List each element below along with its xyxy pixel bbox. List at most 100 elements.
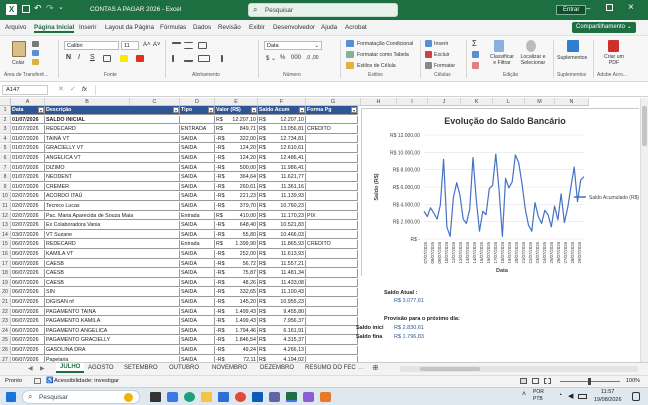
bold-button[interactable]: N	[66, 54, 71, 61]
table-cell[interactable]: 01/07/2026	[11, 163, 45, 173]
outlook-icon[interactable]	[252, 392, 263, 402]
table-cell[interactable]: ANGELICA VT	[45, 154, 180, 163]
row-number[interactable]: 2	[0, 115, 11, 125]
table-cell[interactable]: 11.613,93	[270, 250, 306, 259]
addins-button[interactable]: Suplementos	[557, 55, 587, 61]
table-cell[interactable]: R$	[215, 240, 227, 249]
column-header[interactable]: K	[461, 98, 493, 106]
table-cell[interactable]: 124,20	[227, 154, 258, 163]
cell-styles-icon[interactable]	[346, 62, 354, 69]
table-cell[interactable]: -R$	[215, 327, 227, 336]
table-cell[interactable]: SAIDA	[180, 221, 215, 230]
table-cell[interactable]: R$	[258, 144, 270, 153]
number-format-select[interactable]: Data ⌄	[264, 41, 322, 50]
table-cell[interactable]: PAGAMENTO TAINA	[45, 307, 180, 317]
table-cell[interactable]	[306, 269, 358, 278]
table-cell[interactable]: -R$	[215, 202, 227, 211]
row-number[interactable]: 11	[0, 202, 11, 211]
enter-icon[interactable]: ✓	[70, 85, 76, 93]
widgets-icon[interactable]	[167, 392, 178, 402]
table-cell[interactable]: 500,00	[227, 163, 258, 173]
sort-filter-icon[interactable]	[494, 40, 504, 52]
row-number[interactable]: 12	[0, 211, 11, 221]
tab-pagina-inicial[interactable]: Página Inicial	[34, 24, 75, 33]
share-button[interactable]: Compartilhamento ⌄	[572, 22, 636, 33]
table-cell[interactable]: SAIDA	[180, 278, 215, 288]
table-cell[interactable]	[180, 115, 215, 125]
accessibility-icon[interactable]: ♿	[46, 377, 53, 384]
table-cell[interactable]: 11.865,93	[270, 240, 306, 249]
format-cells-icon[interactable]	[425, 62, 432, 69]
table-cell[interactable]: SAIDA	[180, 202, 215, 211]
filter-dropdown-icon[interactable]: ▾	[38, 107, 44, 113]
table-cell[interactable]: SAIDA	[180, 250, 215, 259]
merge-center-icon[interactable]	[198, 55, 210, 62]
table-cell[interactable]: 1.399,90	[227, 240, 258, 249]
table-cell[interactable]: -R$	[215, 317, 227, 326]
table-cell[interactable]	[306, 326, 358, 336]
macro-icon[interactable]	[34, 378, 41, 384]
tab-acrobat[interactable]: Acrobat	[345, 24, 367, 31]
saldo-final-value[interactable]: R$ 1.796,83	[394, 334, 424, 340]
table-cell[interactable]: R$	[258, 288, 270, 297]
table-cell[interactable]: 03/07/2026	[11, 230, 45, 240]
table-cell[interactable]: 1.794,46	[227, 326, 258, 336]
format-table-icon[interactable]	[346, 51, 354, 58]
table-cell[interactable]: REDECARD	[45, 125, 180, 134]
table-cell[interactable]: R$	[258, 346, 270, 355]
conditional-format-icon[interactable]	[346, 40, 354, 47]
table-cell[interactable]: 01/07/2026	[11, 144, 45, 153]
teams-icon[interactable]	[269, 392, 280, 402]
table-cell[interactable]: 11.557,21	[270, 259, 306, 269]
table-cell[interactable]: SIN	[45, 288, 180, 297]
table-cell[interactable]: 260,61	[227, 182, 258, 192]
table-cell[interactable]: 221,23	[227, 192, 258, 201]
conditional-format-button[interactable]: Formatação Condicional	[357, 41, 413, 47]
store-icon[interactable]	[218, 392, 229, 402]
table-cell[interactable]: R$	[258, 116, 270, 125]
table-cell[interactable]: -R$	[215, 192, 227, 201]
create-pdf-button[interactable]: Criar um PDF	[600, 54, 628, 66]
table-cell[interactable]: -R$	[215, 288, 227, 297]
row-number[interactable]: 23	[0, 317, 11, 326]
align-middle-icon[interactable]	[184, 42, 193, 49]
tab-dados[interactable]: Dados	[193, 24, 211, 31]
table-cell[interactable]: SAIDA	[180, 144, 215, 153]
format-painter-icon[interactable]	[32, 59, 39, 65]
table-cell[interactable]: R$	[258, 269, 270, 278]
table-cell[interactable]: 1.499,43	[227, 307, 258, 317]
notification-icon[interactable]	[632, 392, 640, 401]
tab-inserir[interactable]: Inserir	[79, 24, 97, 31]
align-center-icon[interactable]	[184, 55, 193, 62]
tab-arquivo[interactable]: Arquivo	[5, 24, 26, 31]
table-cell[interactable]: R$	[258, 183, 270, 192]
table-cell[interactable]: 06/07/2026	[11, 336, 45, 345]
insert-cells-icon[interactable]	[425, 40, 432, 47]
table-cell[interactable]: SAIDA	[180, 230, 215, 240]
table-cell[interactable]: 11.433,08	[270, 278, 306, 288]
table-cell[interactable]: GASOLINA DRA	[45, 346, 180, 355]
table-cell[interactable]: -R$	[215, 183, 227, 192]
table-cell[interactable]: R$	[258, 336, 270, 345]
undo-icon[interactable]: ↶	[34, 3, 42, 14]
table-cell[interactable]: ENTRADA	[180, 125, 215, 134]
table-cell[interactable]: 1.846,54	[227, 336, 258, 345]
table-cell[interactable]: 11.481,34	[270, 269, 306, 278]
table-cell[interactable]: 4.266,13	[270, 346, 306, 355]
row-number[interactable]: 6	[0, 154, 11, 163]
grow-font-icon[interactable]: A˄	[143, 42, 151, 48]
saldo-inicial-value[interactable]: R$ 2.830,61	[394, 325, 424, 331]
table-cell[interactable]: R$	[258, 154, 270, 163]
table-cell[interactable]: 55,80	[227, 230, 258, 240]
row-number[interactable]: 24	[0, 326, 11, 336]
accessibility-status[interactable]: Acessibilidade: investigar	[54, 378, 119, 384]
page-break-icon[interactable]	[544, 378, 551, 384]
row-number[interactable]: 26	[0, 346, 11, 355]
table-cell[interactable]: R$	[215, 125, 227, 134]
filter-dropdown-icon[interactable]: ▾	[208, 107, 214, 113]
table-cell[interactable]: REDECARD	[45, 240, 180, 249]
table-cell[interactable]: 13.056,81	[270, 125, 306, 134]
decimal-icon[interactable]: ,0 ,00	[306, 55, 319, 61]
row-number[interactable]: 15	[0, 240, 11, 249]
app-icon[interactable]	[320, 392, 331, 402]
